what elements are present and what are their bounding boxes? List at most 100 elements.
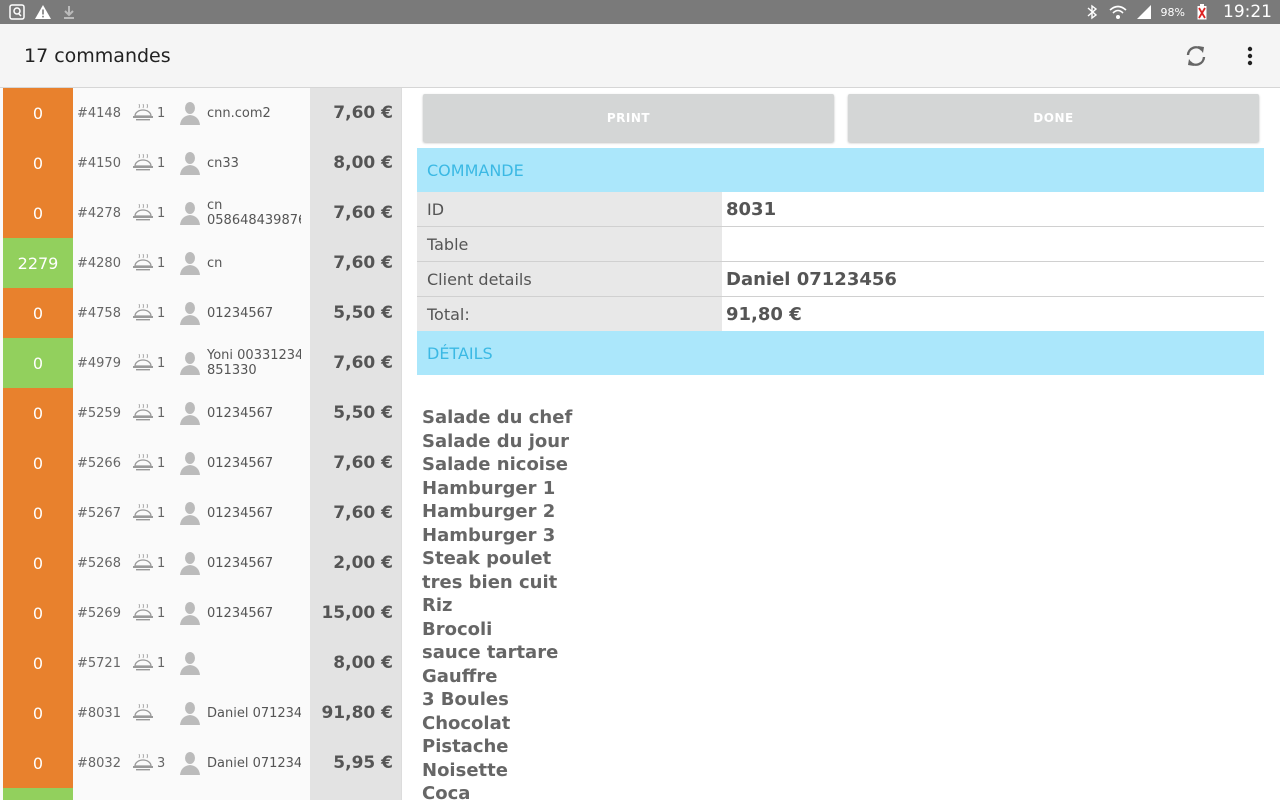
order-client: Daniel 07123456 <box>203 756 301 771</box>
info-label: Total: <box>417 297 722 332</box>
status-bar: 98% 19:21 <box>0 0 1280 24</box>
order-id: #5266 <box>77 455 121 471</box>
order-id: #5267 <box>77 505 121 521</box>
clock: 19:21 <box>1223 2 1272 22</box>
overflow-menu-button[interactable] <box>1226 32 1274 80</box>
bluetooth-icon <box>1083 4 1101 20</box>
order-item: Hamburger 1 <box>422 477 556 499</box>
notification-icon <box>8 4 26 20</box>
order-row[interactable]: 0 #5266 1 01234567 7,60 € <box>0 438 401 488</box>
order-item: Noisette <box>422 759 508 781</box>
order-quantity: 1 <box>157 255 166 271</box>
order-amount: 2,00 € <box>310 538 401 588</box>
order-client-line: Daniel 07123456 <box>207 705 301 721</box>
order-row[interactable]: 2279 #4280 1 cn 7,60 € <box>0 238 401 288</box>
order-amount: 8,00 € <box>310 638 401 688</box>
order-id: #5268 <box>77 555 121 571</box>
order-badge: 0 <box>3 738 73 788</box>
order-item: Hamburger 3 <box>422 524 556 546</box>
refresh-button[interactable] <box>1172 32 1220 80</box>
order-id: #4150 <box>77 155 121 171</box>
order-client: cn <box>203 256 301 271</box>
info-value <box>722 227 1264 261</box>
order-amount: 7,60 € <box>310 88 401 138</box>
app-bar: 17 commandes <box>0 24 1280 88</box>
order-row[interactable]: 0 #4278 1 cn0586484398765 7,60 € <box>0 188 401 238</box>
order-amount: 5,50 € <box>310 288 401 338</box>
order-amount: 91,80 € <box>310 688 401 738</box>
person-icon <box>177 751 203 775</box>
order-client-line: cn <box>207 198 223 213</box>
person-icon <box>177 551 203 575</box>
order-client: cn33 <box>203 156 301 171</box>
order-quantity: 1 <box>157 305 166 321</box>
order-badge: 0 <box>3 338 73 388</box>
order-row[interactable]: 0 #4979 1 Yoni 003312346851330 7,60 € <box>0 338 401 388</box>
order-client: 01234567 <box>203 506 301 521</box>
order-row[interactable]: 0 #5259 1 01234567 5,50 € <box>0 388 401 438</box>
order-client-line: 01234567 <box>207 605 274 621</box>
done-button[interactable]: DONE <box>848 94 1259 142</box>
order-quantity: 1 <box>157 105 166 121</box>
print-button[interactable]: PRINT <box>423 94 834 142</box>
order-list[interactable]: 0 #4148 1 cnn.com2 7,60 € 0 #4150 1 cn33… <box>0 88 402 800</box>
order-amount: 7,60 € <box>310 488 401 538</box>
dish-icon <box>131 153 155 173</box>
signal-icon <box>1135 4 1153 20</box>
order-item: Chocolat <box>422 712 511 734</box>
order-client: Yoni 003312346851330 <box>203 348 301 378</box>
order-badge: 2279 <box>3 238 73 288</box>
order-client: 01234567 <box>203 456 301 471</box>
order-row[interactable]: 0 #5269 1 01234567 15,00 € <box>0 588 401 638</box>
order-amount: 5,50 € <box>310 388 401 438</box>
dish-icon <box>131 453 155 473</box>
order-client-line: 0586484398765 <box>207 213 301 228</box>
dish-icon <box>131 603 155 623</box>
order-item: Steak poulet <box>422 548 552 569</box>
dish-icon <box>131 303 155 323</box>
order-id: #4979 <box>77 355 121 371</box>
order-client-line: 01234567 <box>207 555 274 571</box>
order-row[interactable] <box>0 788 401 800</box>
order-row[interactable]: 0 #4148 1 cnn.com2 7,60 € <box>0 88 401 138</box>
order-row[interactable]: 0 #4150 1 cn33 8,00 € <box>0 138 401 188</box>
order-amount: 15,00 € <box>310 588 401 638</box>
order-item: 3 Boules <box>422 689 509 710</box>
order-row[interactable]: 0 #8031 Daniel 07123456 91,80 € <box>0 688 401 738</box>
order-badge: 0 <box>3 388 73 438</box>
person-icon <box>177 701 203 725</box>
order-quantity: 1 <box>157 205 166 221</box>
order-id: #5259 <box>77 405 121 421</box>
order-id: #4278 <box>77 205 121 221</box>
download-icon <box>60 4 78 20</box>
order-client: cnn.com2 <box>203 106 301 121</box>
order-items-list: Salade du chef Salade du jour Salade nicoi… <box>422 406 1022 800</box>
order-badge: 0 <box>3 188 73 238</box>
dish-icon <box>131 753 155 773</box>
order-item: Gauffre <box>422 665 498 687</box>
order-info-table: ID 8031 Table Client details Daniel 0712… <box>417 192 1264 332</box>
person-icon <box>177 601 203 625</box>
order-id: #5721 <box>77 655 121 671</box>
order-item: Brocoli <box>422 618 493 640</box>
order-item: Salade nicoise <box>422 454 568 475</box>
details-section-header: DÉTAILS <box>417 331 1264 375</box>
order-amount: 7,60 € <box>310 338 401 388</box>
order-client: 01234567 <box>203 306 301 321</box>
info-row-id: ID 8031 <box>417 192 1264 227</box>
person-icon <box>177 201 203 225</box>
order-row[interactable]: 0 #5267 1 01234567 7,60 € <box>0 488 401 538</box>
person-icon <box>177 501 203 525</box>
order-badge: 0 <box>3 138 73 188</box>
order-row[interactable]: 0 #5721 1 8,00 € <box>0 638 401 688</box>
order-row[interactable]: 0 #5268 1 01234567 2,00 € <box>0 538 401 588</box>
order-client-line: 01234567 <box>207 455 274 471</box>
order-row[interactable]: 0 #8032 3 Daniel 07123456 5,95 € <box>0 738 401 788</box>
info-value: Daniel 07123456 <box>726 268 897 290</box>
order-row[interactable]: 0 #4758 1 01234567 5,50 € <box>0 288 401 338</box>
order-id: #8031 <box>77 705 121 721</box>
order-id: #5269 <box>77 605 121 621</box>
dish-icon <box>131 653 155 673</box>
dish-icon <box>131 553 155 573</box>
order-client-line: cn <box>207 255 223 271</box>
